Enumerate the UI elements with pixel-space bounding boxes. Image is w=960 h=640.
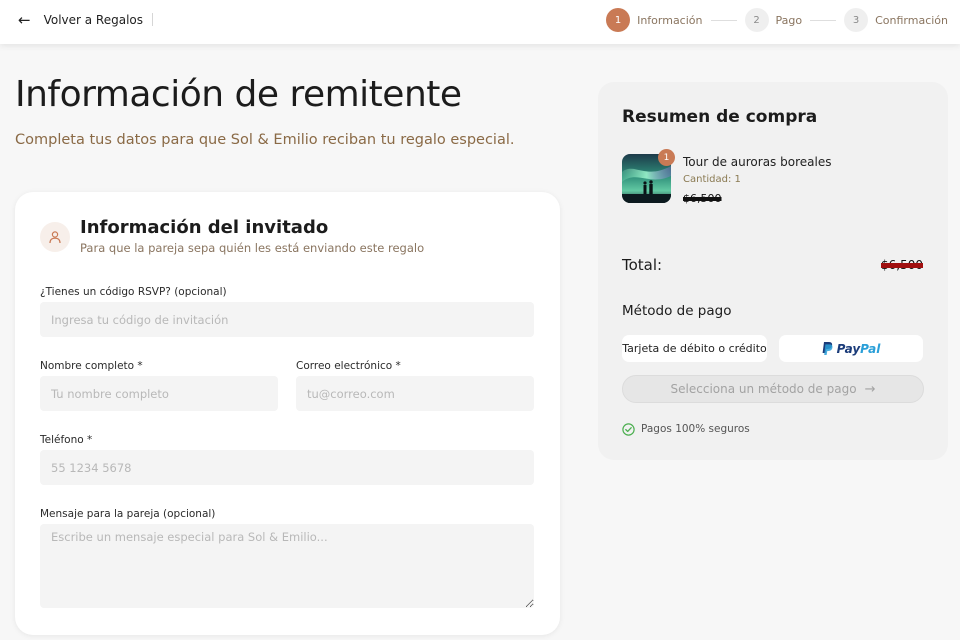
arrow-right-icon: → (864, 381, 876, 397)
arrow-left-icon: ← (18, 10, 31, 29)
secure-label: Pagos 100% seguros (641, 423, 750, 435)
step-payment[interactable]: 2 Pago (744, 8, 803, 32)
total-value: $6,500 (881, 258, 923, 272)
card-subtitle: Para que la pareja sepa quién les está e… (80, 241, 425, 255)
card-title: Información del invitado (80, 217, 329, 238)
paypal-label-part2: Pal (860, 341, 881, 356)
phone-label: Teléfono * (40, 434, 93, 446)
step-number: 1 (606, 8, 631, 32)
step-connector (710, 19, 737, 21)
step-information[interactable]: 1 Información (606, 8, 703, 32)
card-payment-option[interactable]: Tarjeta de débito o crédito (622, 335, 767, 362)
item-name: Tour de auroras boreales (683, 155, 832, 169)
full-name-input[interactable] (40, 376, 278, 411)
name-label: Nombre completo * (40, 360, 143, 372)
message-label: Mensaje para la pareja (opcional) (40, 508, 216, 520)
select-payment-label: Selecciona un método de pago (670, 382, 857, 396)
header-divider (152, 13, 153, 26)
message-textarea[interactable] (40, 524, 534, 608)
step-label: Información (637, 13, 703, 27)
back-to-gifts-link[interactable]: ← Volver a Regalos (18, 10, 143, 30)
page-title: Información de remitente (15, 74, 462, 115)
email-label: Correo electrónico * (296, 360, 401, 372)
guest-info-card: Información del invitado Para que la par… (15, 192, 560, 635)
paypal-payment-option[interactable]: Pay Pal (779, 335, 923, 362)
secure-payments-note: Pagos 100% seguros (622, 422, 750, 436)
item-price: $6,500 (683, 192, 722, 205)
step-number: 2 (744, 8, 769, 32)
page-subtitle: Completa tus datos para que Sol & Emilio… (15, 132, 515, 148)
step-label: Confirmación (875, 13, 948, 27)
paypal-icon (822, 342, 833, 355)
check-circle-icon (622, 422, 635, 436)
checkout-steps: 1 Información 2 Pago 3 Confirmación (606, 7, 948, 33)
step-number: 3 (844, 8, 869, 32)
phone-input[interactable] (40, 450, 534, 485)
payment-method-title: Método de pago (622, 303, 732, 319)
step-label: Pago (775, 13, 803, 27)
quantity-badge: 1 (658, 149, 675, 166)
purchase-summary: Resumen de compra 1 Tour de auroras bore… (598, 82, 948, 460)
step-connector (810, 19, 837, 21)
back-label: Volver a Regalos (43, 13, 144, 27)
email-input[interactable] (296, 376, 534, 411)
user-icon (40, 222, 70, 252)
top-bar: ← Volver a Regalos 1 Información 2 Pago … (0, 0, 960, 44)
total-label: Total: (622, 256, 663, 274)
paypal-label-part1: Pay (836, 341, 861, 356)
rsvp-code-input[interactable] (40, 302, 534, 337)
item-quantity: Cantidad: 1 (683, 174, 741, 185)
summary-title: Resumen de compra (622, 107, 818, 127)
rsvp-label: ¿Tienes un código RSVP? (opcional) (40, 286, 227, 298)
select-payment-button[interactable]: Selecciona un método de pago → (622, 375, 924, 403)
step-confirmation[interactable]: 3 Confirmación (844, 8, 948, 32)
